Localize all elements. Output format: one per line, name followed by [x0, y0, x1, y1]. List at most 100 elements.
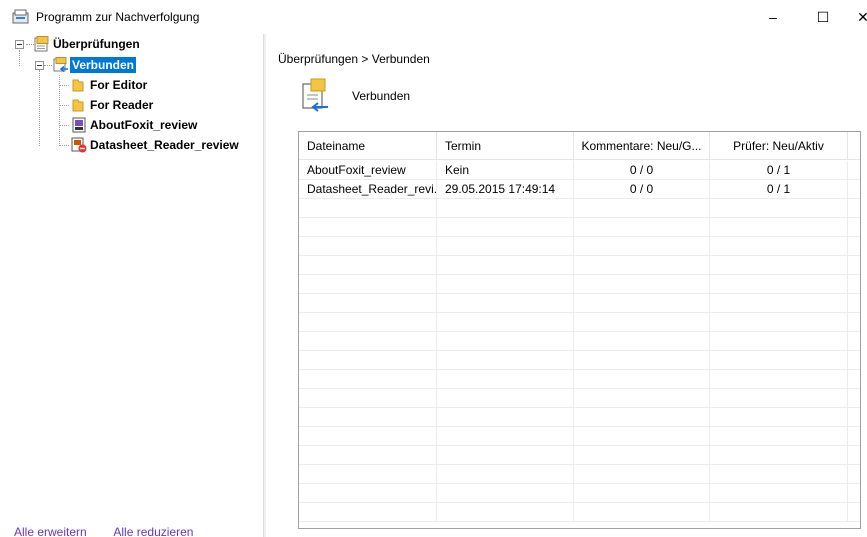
minimize-icon: – [769, 9, 777, 25]
table-cell: 0 / 0 [574, 161, 710, 180]
table-cell [437, 313, 574, 332]
table-header: Dateiname Termin Kommentare: Neu/G... Pr… [299, 132, 860, 160]
column-header-filename[interactable]: Dateiname [299, 132, 437, 160]
table-cell [710, 446, 848, 465]
table-cell [710, 484, 848, 503]
tree-item-for-reader[interactable]: For Reader [88, 97, 155, 113]
table-cell [299, 199, 437, 218]
table-cell [437, 427, 574, 446]
tree-item-for-editor[interactable]: For Editor [88, 77, 149, 93]
table-cell [299, 313, 437, 332]
table-cell [710, 294, 848, 313]
table-cell [437, 199, 574, 218]
table-cell [299, 446, 437, 465]
table-cell: Kein [437, 161, 574, 180]
table-cell [437, 294, 574, 313]
table-cell: 0 / 0 [574, 180, 710, 199]
table-cell [574, 370, 710, 389]
folder-icon [72, 99, 84, 112]
table-empty-row [299, 370, 860, 389]
table-cell [299, 427, 437, 446]
table-cell [437, 408, 574, 427]
table-cell [437, 351, 574, 370]
table-cell [574, 294, 710, 313]
table-cell [710, 408, 848, 427]
table-cell [437, 237, 574, 256]
table-cell [710, 199, 848, 218]
table-cell [299, 503, 437, 522]
table-cell [437, 218, 574, 237]
close-icon: ✕ [857, 8, 867, 25]
app-icon [12, 9, 29, 24]
table-cell [437, 370, 574, 389]
table-cell [299, 256, 437, 275]
table-cell [574, 332, 710, 351]
minimize-button[interactable]: – [750, 0, 796, 34]
tree-line [26, 44, 34, 45]
tree-line [59, 125, 69, 126]
table-cell [710, 427, 848, 446]
tree-line [44, 65, 52, 66]
panel-splitter[interactable] [263, 34, 266, 537]
maximize-button[interactable]: ☐ [800, 0, 846, 34]
tree-line [59, 145, 69, 146]
table-cell [574, 465, 710, 484]
table-empty-row [299, 332, 860, 351]
table-cell: 29.05.2015 17:49:14 [437, 180, 574, 199]
table-cell [299, 294, 437, 313]
table-cell [574, 237, 710, 256]
tree-line [39, 70, 40, 146]
column-header-reviewers[interactable]: Prüfer: Neu/Aktiv [710, 132, 848, 160]
page-title: Verbunden [352, 89, 411, 103]
table-cell [299, 237, 437, 256]
connected-reviews-icon [302, 78, 328, 112]
collapse-toggle[interactable] [15, 40, 24, 49]
table-cell [574, 275, 710, 294]
table-cell [299, 408, 437, 427]
collapse-all-link[interactable]: Alle reduzieren [113, 525, 193, 537]
table-cell [710, 256, 848, 275]
table-row[interactable]: AboutFoxit_review Kein 0 / 00 / 1 [299, 161, 860, 180]
close-button[interactable]: ✕ [848, 0, 867, 34]
pdf-document-error-icon [71, 137, 87, 153]
table-cell [437, 389, 574, 408]
table-cell [574, 199, 710, 218]
window-title: Programm zur Nachverfolgung [36, 10, 200, 24]
table-cell [710, 503, 848, 522]
table-cell [299, 370, 437, 389]
table-cell [710, 237, 848, 256]
tree-line [59, 85, 69, 86]
table-cell [710, 465, 848, 484]
table-empty-row [299, 237, 860, 256]
table-row[interactable]: Datasheet_Reader_revi... 29.05.2015 17:49… [299, 180, 860, 199]
table-cell [574, 503, 710, 522]
table-empty-row [299, 389, 860, 408]
column-header-comments[interactable]: Kommentare: Neu/G... [574, 132, 710, 160]
tree-item-datasheet-reader-review[interactable]: Datasheet_Reader_review [88, 137, 241, 153]
reviews-folder-icon [34, 36, 49, 52]
table-cell [710, 313, 848, 332]
tree-line [59, 105, 69, 106]
table-empty-row [299, 294, 860, 313]
table-cell [299, 465, 437, 484]
table-cell [574, 351, 710, 370]
title-bar: Programm zur Nachverfolgung – ☐ ✕ [0, 0, 867, 34]
tree-root-label[interactable]: Überprüfungen [51, 36, 142, 52]
tree-item-verbunden[interactable]: Verbunden [70, 57, 137, 73]
expand-all-link[interactable]: Alle erweitern [14, 525, 87, 537]
table-empty-row [299, 446, 860, 465]
tree-item-aboutfoxit-review[interactable]: AboutFoxit_review [88, 117, 199, 133]
table-empty-row [299, 199, 860, 218]
collapse-toggle[interactable] [35, 61, 44, 70]
table-empty-row [299, 465, 860, 484]
table-cell [299, 389, 437, 408]
table-cell [710, 218, 848, 237]
tree-line [59, 75, 60, 146]
table-empty-row [299, 408, 860, 427]
table-cell [710, 332, 848, 351]
table-empty-row [299, 351, 860, 370]
table-cell [437, 446, 574, 465]
pdf-document-icon [72, 117, 86, 133]
column-header-deadline[interactable]: Termin [437, 132, 574, 160]
table-empty-row [299, 218, 860, 237]
